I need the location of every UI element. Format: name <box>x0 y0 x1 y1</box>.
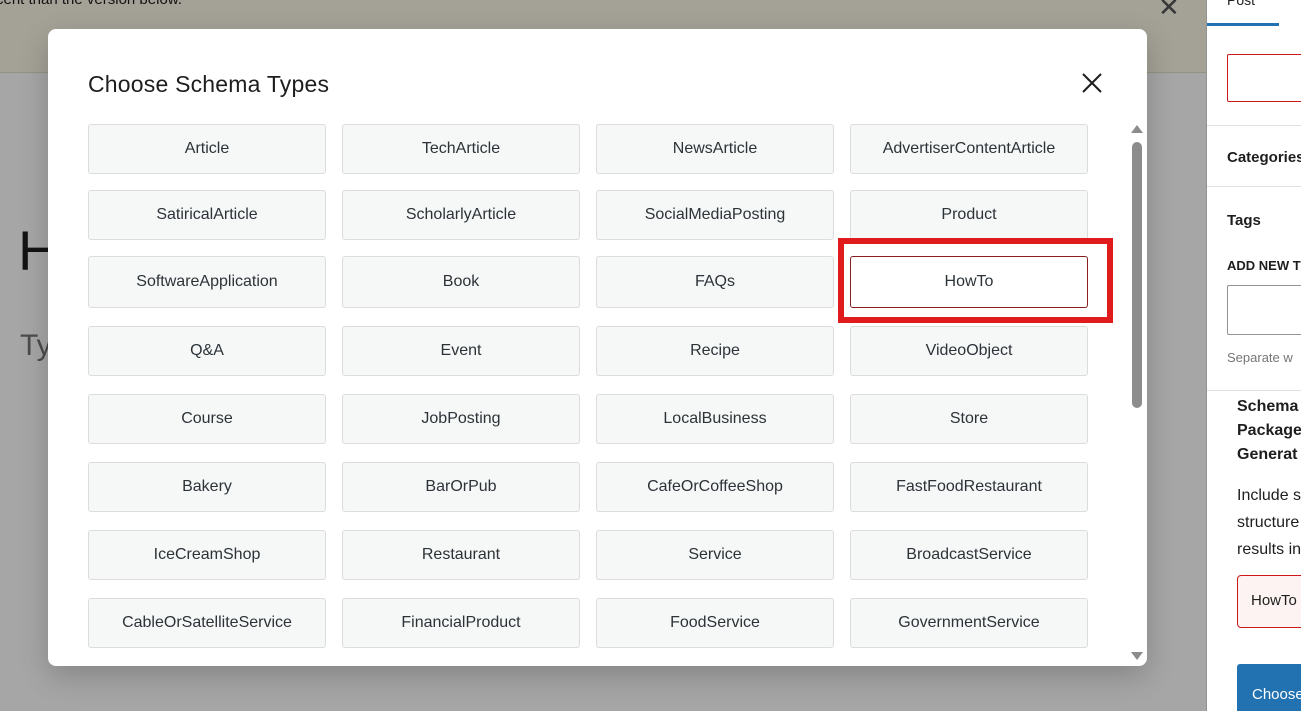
schema-type-button-icecreamshop[interactable]: IceCreamShop <box>88 530 326 580</box>
scrollbar-thumb[interactable] <box>1132 142 1142 408</box>
tab-active-indicator <box>1207 23 1279 26</box>
schema-type-button-store[interactable]: Store <box>850 394 1088 444</box>
schema-type-button-bakery[interactable]: Bakery <box>88 462 326 512</box>
schema-type-button-videoobject[interactable]: VideoObject <box>850 326 1088 376</box>
modal-title: Choose Schema Types <box>88 71 330 97</box>
scroll-up-arrow-icon[interactable] <box>1131 125 1143 133</box>
schema-type-button-barorpub[interactable]: BarOrPub <box>342 462 580 512</box>
selected-schema-chip[interactable]: HowTo <box>1237 575 1301 628</box>
schema-type-button-techarticle[interactable]: TechArticle <box>342 124 580 174</box>
divider <box>1207 186 1301 187</box>
schema-type-button-scholarlyarticle[interactable]: ScholarlyArticle <box>342 190 580 240</box>
schema-panel-description: Include s structure results in <box>1237 482 1301 563</box>
choose-schema-button[interactable]: Choose <box>1237 664 1301 711</box>
schema-desc-line: Include s <box>1237 487 1301 504</box>
schema-type-button-foodservice[interactable]: FoodService <box>596 598 834 648</box>
divider <box>1207 390 1301 391</box>
categories-panel-toggle[interactable]: Categories <box>1227 149 1301 166</box>
schema-desc-line: results in <box>1237 541 1301 558</box>
schema-panel-title: Schema Package Generat <box>1237 395 1301 467</box>
schema-type-button-newsarticle[interactable]: NewsArticle <box>596 124 834 174</box>
settings-sidebar: Post Categories Tags ADD NEW T Separate … <box>1206 0 1301 711</box>
modal-scrollbar[interactable] <box>1128 122 1146 666</box>
add-tag-input[interactable] <box>1227 285 1301 335</box>
schema-type-button-financialproduct[interactable]: FinancialProduct <box>342 598 580 648</box>
schema-type-button-faqs[interactable]: FAQs <box>596 256 834 308</box>
schema-type-button-cableorsatelliteservice[interactable]: CableOrSatelliteService <box>88 598 326 648</box>
schema-type-button-book[interactable]: Book <box>342 256 580 308</box>
schema-type-button-event[interactable]: Event <box>342 326 580 376</box>
schema-desc-line: structure <box>1237 514 1300 531</box>
schema-type-button-recipe[interactable]: Recipe <box>596 326 834 376</box>
close-icon[interactable] <box>1076 67 1108 99</box>
schema-type-button-jobposting[interactable]: JobPosting <box>342 394 580 444</box>
schema-type-button-q-a[interactable]: Q&A <box>88 326 326 376</box>
highlight-annotation-box <box>838 238 1113 323</box>
schema-type-button-article[interactable]: Article <box>88 124 326 174</box>
schema-type-button-course[interactable]: Course <box>88 394 326 444</box>
schema-type-grid: Article TechArticle NewsArticle AdvertiserC… <box>88 124 1088 666</box>
tags-panel-toggle[interactable]: Tags <box>1227 212 1261 229</box>
schema-type-button-localbusiness[interactable]: LocalBusiness <box>596 394 834 444</box>
schema-type-button-product[interactable]: Product <box>850 190 1088 240</box>
schema-type-button-softwareapplication[interactable]: SoftwareApplication <box>88 256 326 308</box>
schema-title-line: Package <box>1237 422 1301 439</box>
schema-type-button-advertisercontentarticle[interactable]: AdvertiserContentArticle <box>850 124 1088 174</box>
divider <box>1207 125 1301 126</box>
schema-types-modal: Choose Schema Types Article TechArticle Ne… <box>48 29 1147 666</box>
schema-type-button-satiricalarticle[interactable]: SatiricalArticle <box>88 190 326 240</box>
scroll-down-arrow-icon[interactable] <box>1131 652 1143 660</box>
tab-post[interactable]: Post <box>1227 0 1255 8</box>
schema-type-button-service[interactable]: Service <box>596 530 834 580</box>
schema-type-button-restaurant[interactable]: Restaurant <box>342 530 580 580</box>
schema-title-line: Generat <box>1237 446 1298 463</box>
schema-type-button-cafeorcoffeeshop[interactable]: CafeOrCoffeeShop <box>596 462 834 512</box>
tag-separator-hint: Separate w <box>1227 350 1293 365</box>
schema-type-button-fastfoodrestaurant[interactable]: FastFoodRestaurant <box>850 462 1088 512</box>
sidebar-error-field[interactable] <box>1227 54 1301 102</box>
schema-type-button-governmentservice[interactable]: GovernmentService <box>850 598 1088 648</box>
schema-type-button-socialmediaposting[interactable]: SocialMediaPosting <box>596 190 834 240</box>
schema-title-line: Schema <box>1237 398 1299 415</box>
add-new-tag-label: ADD NEW T <box>1227 258 1301 273</box>
schema-type-button-broadcastservice[interactable]: BroadcastService <box>850 530 1088 580</box>
